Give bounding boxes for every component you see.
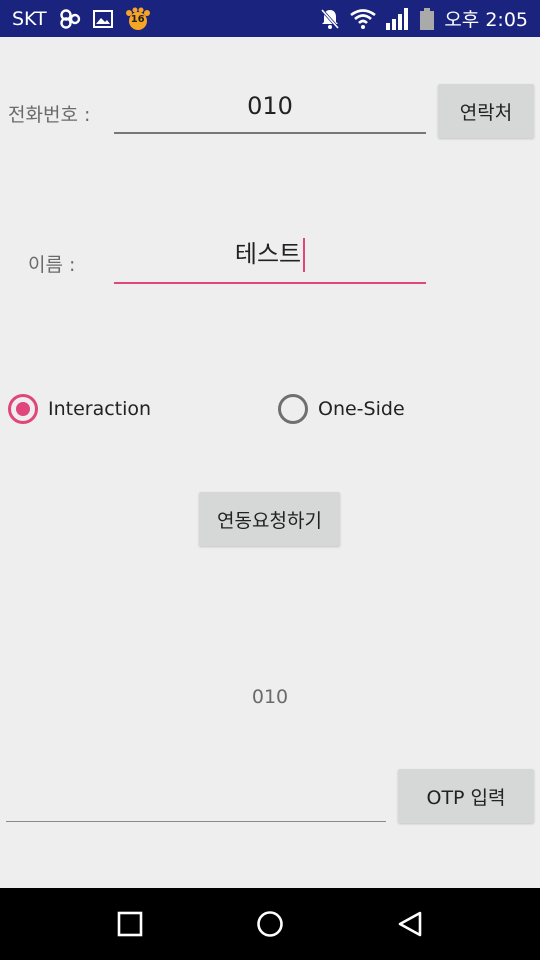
name-label: 이름 : <box>28 254 76 276</box>
otp-submit-button[interactable]: OTP 입력 <box>398 769 534 823</box>
otp-display-text: 010 <box>251 686 289 708</box>
mute-icon <box>320 8 340 30</box>
notification-count: 16 <box>130 13 145 25</box>
radio-one-side[interactable]: One-Side <box>278 394 405 424</box>
app-notification-icon <box>59 8 81 29</box>
navigation-bar <box>0 888 540 960</box>
home-button[interactable] <box>240 894 300 954</box>
phone-input[interactable]: 010 <box>114 86 426 134</box>
text-cursor <box>303 238 306 272</box>
radio-unchecked-icon <box>278 394 308 424</box>
square-icon <box>117 911 143 937</box>
phone-value: 010 <box>247 92 293 120</box>
link-request-button[interactable]: 연동요청하기 <box>199 492 340 546</box>
phone-label: 전화번호 : <box>8 104 91 126</box>
radio-interaction-label: Interaction <box>48 398 152 420</box>
back-triangle-icon <box>398 911 422 937</box>
radio-checked-icon <box>8 394 38 424</box>
paw-badge-icon: 16 <box>125 7 151 31</box>
name-value: 테스트 <box>234 240 302 268</box>
contacts-button[interactable]: 연락처 <box>438 84 534 138</box>
back-button[interactable] <box>380 894 440 954</box>
radio-interaction[interactable]: Interaction <box>8 394 151 424</box>
recent-apps-button[interactable] <box>100 894 160 954</box>
carrier-label: SKT <box>12 7 47 30</box>
wifi-icon <box>350 8 377 29</box>
radio-one-side-label: One-Side <box>318 398 405 420</box>
otp-input[interactable] <box>6 770 386 822</box>
clock: 오후 2:05 <box>444 9 528 31</box>
gallery-icon <box>92 9 113 28</box>
battery-icon <box>420 7 435 30</box>
signal-icon <box>386 7 410 30</box>
circle-icon <box>257 911 283 937</box>
status-bar: SKT 16 오후 2:05 <box>0 0 540 37</box>
name-input[interactable]: 테스트 <box>114 232 426 284</box>
